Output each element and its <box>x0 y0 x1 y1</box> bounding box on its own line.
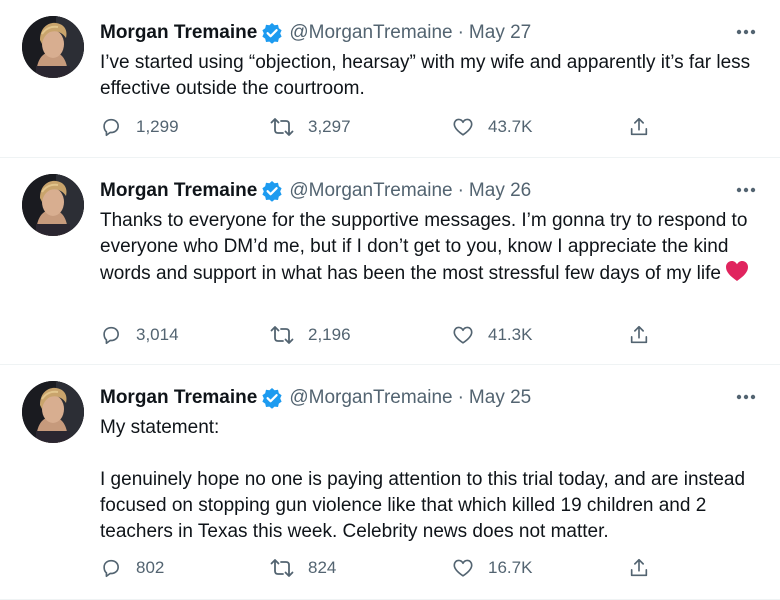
verified-badge-icon <box>261 180 283 202</box>
tweet-date[interactable]: May 27 <box>469 22 531 44</box>
tweet-text-paragraph: My statement: <box>100 417 220 438</box>
author-handle[interactable]: @MorganTremaine <box>289 180 452 202</box>
tweet-text-paragraph: I’ve started using “objection, hearsay” … <box>100 52 751 99</box>
reply-icon <box>103 559 119 578</box>
share-icon <box>630 558 648 577</box>
separator-dot: · <box>457 180 464 201</box>
tweet[interactable]: Morgan Tremaine @MorganTremaine · May 26… <box>0 158 780 365</box>
author-name[interactable]: Morgan Tremaine <box>100 22 257 44</box>
red-heart-emoji <box>725 260 749 290</box>
retweet-count: 3,297 <box>308 117 351 136</box>
avatar[interactable] <box>22 16 84 78</box>
share-icon <box>630 117 648 136</box>
tweet-text-paragraph: I genuinely hope no one is paying attent… <box>100 469 746 542</box>
share-button[interactable] <box>628 114 650 140</box>
like-count: 43.7K <box>488 117 533 136</box>
like-button[interactable]: 43.7K <box>452 114 532 140</box>
reply-button[interactable]: 802 <box>100 555 164 581</box>
retweet-button[interactable]: 2,196 <box>270 322 351 348</box>
like-icon <box>453 326 473 344</box>
like-icon <box>453 118 473 136</box>
separator-dot: · <box>457 22 464 43</box>
retweet-count: 2,196 <box>308 325 351 344</box>
share-button[interactable] <box>628 322 650 348</box>
author-name[interactable]: Morgan Tremaine <box>100 387 257 409</box>
reply-count: 1,299 <box>136 117 179 136</box>
avatar[interactable] <box>22 174 84 236</box>
tweet-header: Morgan Tremaine @MorganTremaine · May 26 <box>100 178 760 204</box>
tweet-date[interactable]: May 26 <box>469 180 531 202</box>
tweet-text: Thanks to everyone for the supportive me… <box>100 208 755 290</box>
tweet-text-paragraph: Thanks to everyone for the supportive me… <box>100 208 755 290</box>
author-handle[interactable]: @MorganTremaine <box>289 387 452 409</box>
verified-badge-icon <box>261 387 283 409</box>
tweet-actions: 1,299 3,297 43.7K <box>100 114 660 140</box>
tweet-actions: 802 824 16.7K <box>100 555 660 581</box>
share-icon <box>630 325 648 344</box>
author-handle[interactable]: @MorganTremaine <box>289 22 452 44</box>
retweet-button[interactable]: 3,297 <box>270 114 351 140</box>
tweet-timeline: Morgan Tremaine @MorganTremaine · May 27… <box>0 0 780 600</box>
reply-icon <box>103 118 119 137</box>
tweet[interactable]: Morgan Tremaine @MorganTremaine · May 25… <box>0 365 780 600</box>
like-button[interactable]: 41.3K <box>452 322 532 348</box>
retweet-count: 824 <box>308 558 337 577</box>
retweet-icon <box>270 559 294 577</box>
tweet-text: My statement: I genuinely hope no one is… <box>100 415 755 545</box>
retweet-icon <box>270 118 294 136</box>
more-icon[interactable] <box>734 385 758 409</box>
retweet-icon <box>270 326 294 344</box>
more-icon[interactable] <box>734 178 758 202</box>
avatar-image <box>22 174 84 236</box>
more-icon[interactable] <box>734 20 758 44</box>
tweet-text-content: Thanks to everyone for the supportive me… <box>100 210 748 284</box>
tweet-text: I’ve started using “objection, hearsay” … <box>100 50 755 102</box>
avatar-image <box>22 381 84 443</box>
separator-dot: · <box>457 387 464 408</box>
reply-icon <box>103 326 119 345</box>
tweet-header: Morgan Tremaine @MorganTremaine · May 27 <box>100 20 760 46</box>
like-count: 41.3K <box>488 325 533 344</box>
tweet[interactable]: Morgan Tremaine @MorganTremaine · May 27… <box>0 0 780 158</box>
author-name[interactable]: Morgan Tremaine <box>100 180 257 202</box>
reply-count: 3,014 <box>136 325 179 344</box>
share-button[interactable] <box>628 555 650 581</box>
avatar-image <box>22 16 84 78</box>
verified-badge-icon <box>261 22 283 44</box>
tweet-actions: 3,014 2,196 41.3K <box>100 322 660 348</box>
reply-button[interactable]: 1,299 <box>100 114 179 140</box>
like-count: 16.7K <box>488 558 533 577</box>
like-button[interactable]: 16.7K <box>452 555 532 581</box>
reply-count: 802 <box>136 558 165 577</box>
avatar[interactable] <box>22 381 84 443</box>
like-icon <box>453 559 473 577</box>
reply-button[interactable]: 3,014 <box>100 322 179 348</box>
tweet-header: Morgan Tremaine @MorganTremaine · May 25 <box>100 385 760 411</box>
retweet-button[interactable]: 824 <box>270 555 336 581</box>
tweet-date[interactable]: May 25 <box>469 387 531 409</box>
